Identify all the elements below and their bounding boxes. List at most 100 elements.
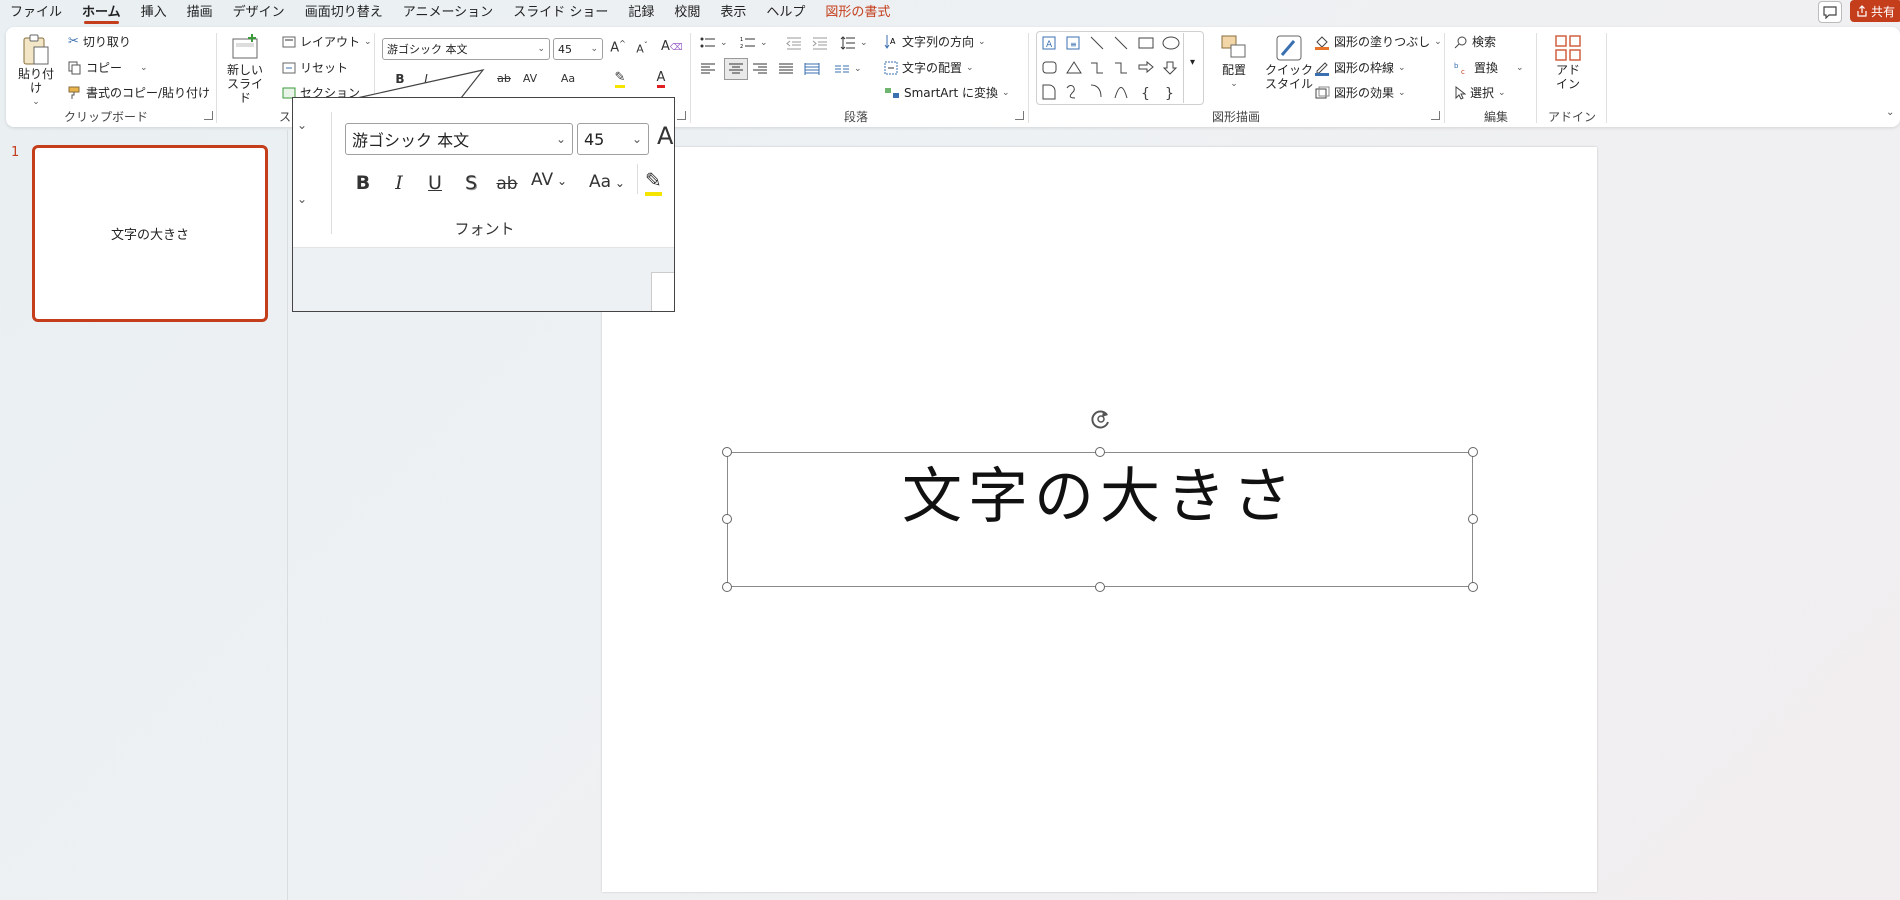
zoom-font-group-label: フォント <box>454 220 515 238</box>
resize-handle-left[interactable] <box>722 514 732 524</box>
replace-button[interactable]: bc 置換 ⌄ <box>1454 59 1524 76</box>
text-direction-button[interactable]: A 文字列の方向 ⌄ <box>884 33 986 50</box>
resize-handle-bottom-right[interactable] <box>1468 582 1478 592</box>
tab-help[interactable]: ヘルプ <box>756 1 815 25</box>
zoom-font-name-select[interactable]: 游ゴシック 本文 ⌄ <box>345 123 573 155</box>
zoom-strikethrough-button[interactable]: ab <box>493 174 521 194</box>
shape-fill-button[interactable]: 図形の塗りつぶし ⌄ <box>1314 33 1442 50</box>
shape-outline-button[interactable]: 図形の枠線 ⌄ <box>1314 59 1406 76</box>
rotate-handle-icon[interactable] <box>1089 407 1113 431</box>
tab-animations[interactable]: アニメーション <box>393 1 503 25</box>
change-case-button[interactable]: Aa <box>558 72 578 85</box>
font-launcher-icon[interactable] <box>677 111 686 120</box>
copy-icon <box>68 61 81 74</box>
resize-handle-bottom-left[interactable] <box>722 582 732 592</box>
zoom-highlight-icon[interactable]: ✎ <box>645 168 662 196</box>
tab-slideshow[interactable]: スライド ショー <box>503 1 618 25</box>
justify-icon[interactable] <box>778 62 794 76</box>
align-right-icon[interactable] <box>752 62 768 76</box>
zoom-character-spacing-button[interactable]: AV ⌄ <box>531 170 567 190</box>
zoom-italic-button[interactable]: I <box>385 172 413 194</box>
resize-handle-top[interactable] <box>1095 447 1105 457</box>
zoom-underline-button[interactable]: U <box>421 172 449 194</box>
new-slide-button[interactable]: 新しい スライド <box>224 33 266 105</box>
tab-view[interactable]: 表示 <box>710 1 756 25</box>
tab-insert[interactable]: 挿入 <box>131 1 177 25</box>
chevron-down-icon[interactable]: ⌄ <box>297 192 307 206</box>
numbering-button[interactable]: 1 2 ⌄ <box>740 36 768 50</box>
comments-button[interactable] <box>1818 1 1842 23</box>
tab-transitions[interactable]: 画面切り替え <box>295 1 393 25</box>
resize-handle-right[interactable] <box>1468 514 1478 524</box>
paste-button[interactable]: 貼り付け ⌄ <box>16 33 56 109</box>
line-spacing-icon[interactable]: ⌄ <box>840 36 868 50</box>
slide-title-text[interactable]: 文字の大きさ <box>727 448 1473 535</box>
group-divider <box>1606 33 1607 123</box>
shapes-more-icon[interactable]: ▾ <box>1183 33 1201 103</box>
zoom-spacing-label: AV <box>531 170 554 190</box>
font-color-icon[interactable]: A <box>651 70 671 88</box>
tab-draw[interactable]: 描画 <box>177 1 223 25</box>
tab-file[interactable]: ファイル <box>0 1 72 25</box>
paragraph-launcher-icon[interactable] <box>1015 111 1024 120</box>
tab-home[interactable]: ホーム <box>72 1 131 25</box>
tab-shape-format[interactable]: 図形の書式 <box>815 1 900 25</box>
distributed-icon[interactable] <box>804 62 820 76</box>
find-button[interactable]: 検索 <box>1454 33 1496 50</box>
resize-handle-top-left[interactable] <box>722 447 732 457</box>
align-text-button[interactable]: 文字の配置 ⌄ <box>884 59 974 76</box>
align-left-icon[interactable] <box>700 62 716 76</box>
svg-text:}: } <box>1165 86 1174 102</box>
zoom-change-case-button[interactable]: Aa ⌄ <box>589 172 625 192</box>
copy-button[interactable]: コピー ⌄ <box>68 59 148 76</box>
clipboard-launcher-icon[interactable] <box>204 111 213 120</box>
collapse-ribbon-icon[interactable]: ⌄ <box>1886 107 1894 118</box>
slide-thumbnail[interactable]: 文字の大きさ <box>32 145 268 322</box>
tab-record[interactable]: 記録 <box>618 1 664 25</box>
columns-icon[interactable]: ⌄ <box>834 62 862 76</box>
align-center-icon[interactable] <box>724 58 748 80</box>
tab-review[interactable]: 校閲 <box>664 1 710 25</box>
ribbon: 貼り付け ⌄ ✂ 切り取り コピー ⌄ 書式のコピー/貼り付け クリップボード … <box>6 27 1900 127</box>
font-name-select[interactable]: 游ゴシック 本文 ⌄ <box>382 38 550 60</box>
zoom-change-case-label: Aa <box>589 172 612 192</box>
layout-button[interactable]: レイアウト ⌄ <box>282 33 372 50</box>
smartart-button[interactable]: SmartArt に変換 ⌄ <box>884 84 1010 101</box>
cut-button[interactable]: ✂ 切り取り <box>68 33 131 50</box>
character-spacing-button[interactable]: AV <box>520 72 540 85</box>
addins-button[interactable]: アド イン <box>1546 33 1590 91</box>
bullets-button[interactable]: ⌄ <box>700 36 728 50</box>
select-button[interactable]: 選択 ⌄ <box>1454 84 1506 101</box>
font-size-select[interactable]: 45 ⌄ <box>553 38 603 60</box>
zoom-font-size-select[interactable]: 45 ⌄ <box>577 123 649 155</box>
share-button[interactable]: 共有 <box>1850 0 1900 22</box>
format-painter-button[interactable]: 書式のコピー/貼り付け <box>68 84 210 101</box>
clear-formatting-icon[interactable]: A⌫ <box>661 39 683 54</box>
zoom-bold-button[interactable]: B <box>349 172 377 194</box>
comment-icon <box>1823 5 1837 19</box>
resize-handle-bottom[interactable] <box>1095 582 1105 592</box>
arrange-label: 配置 <box>1221 63 1246 77</box>
shape-effects-button[interactable]: 図形の効果 ⌄ <box>1314 84 1406 101</box>
strikethrough-button[interactable]: ab <box>494 72 514 85</box>
chevron-down-icon: ⌄ <box>590 44 598 54</box>
quick-styles-button[interactable]: クイック スタイル <box>1264 33 1314 91</box>
reset-button[interactable]: リセット <box>282 59 348 76</box>
increase-indent-icon[interactable] <box>812 36 828 50</box>
chevron-down-icon[interactable]: ⌄ <box>297 118 307 132</box>
decrease-font-size-button[interactable]: Aˇ <box>632 41 652 56</box>
shapes-gallery[interactable]: A ≡ { } <box>1036 31 1204 105</box>
increase-font-size-icon[interactable]: A <box>657 122 673 150</box>
find-label: 検索 <box>1472 35 1497 49</box>
highlight-icon[interactable]: ✎ <box>610 70 630 88</box>
decrease-indent-icon[interactable] <box>786 36 802 50</box>
tab-design[interactable]: デザイン <box>223 1 295 25</box>
zoom-shadow-button[interactable]: S <box>457 172 485 194</box>
svg-text:{: { <box>1141 86 1150 102</box>
copy-label: コピー <box>86 61 123 75</box>
arrange-button[interactable]: 配置 ⌄ <box>1214 33 1254 91</box>
resize-handle-top-right[interactable] <box>1468 447 1478 457</box>
increase-font-size-button[interactable]: A^ <box>608 39 628 55</box>
chevron-down-icon[interactable]: ⌄ <box>140 63 148 73</box>
drawing-launcher-icon[interactable] <box>1431 111 1440 120</box>
